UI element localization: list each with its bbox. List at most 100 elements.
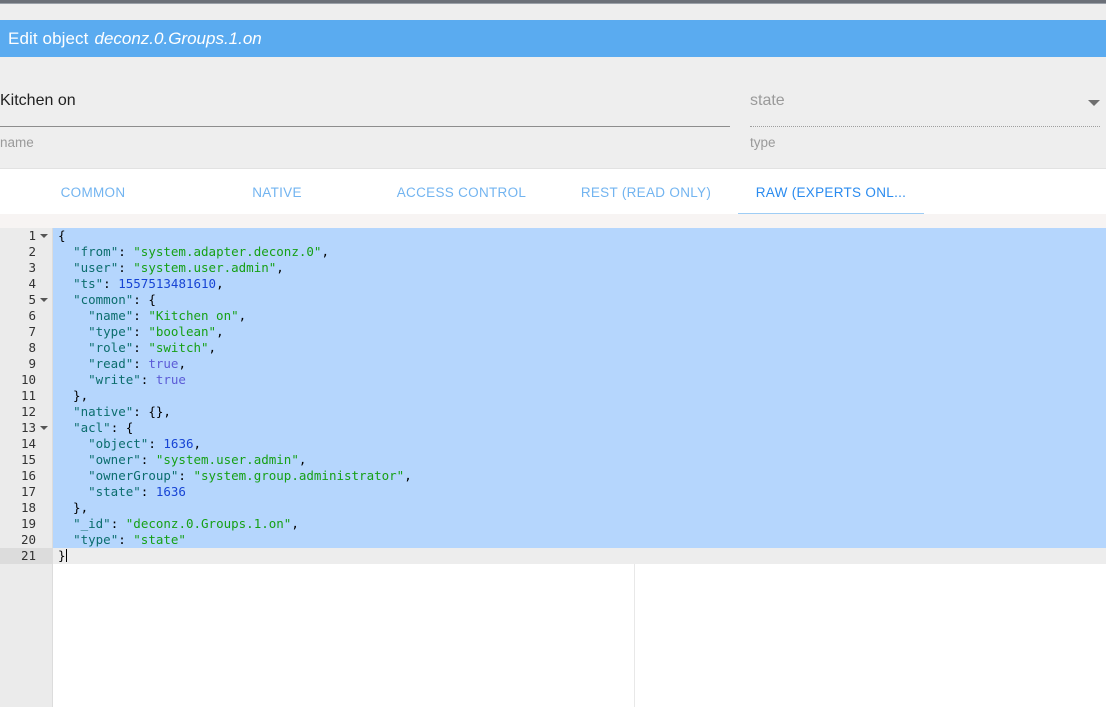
gutter-line-number[interactable]: 18: [0, 500, 52, 516]
gutter-line-number[interactable]: 5: [0, 292, 52, 308]
code-token-num: 1636: [155, 484, 186, 499]
code-token-punc: ,: [178, 356, 186, 371]
code-token-str: "system.user.admin": [133, 260, 277, 275]
code-token-punc: :: [133, 356, 149, 371]
gutter-line-number[interactable]: 16: [0, 468, 52, 484]
code-token-punc: ,: [321, 244, 329, 259]
code-line[interactable]: },: [53, 388, 1106, 404]
gutter-line-number[interactable]: 10: [0, 372, 52, 388]
code-token-punc: :: [140, 484, 156, 499]
code-token-punc: : {: [133, 292, 156, 307]
code-line[interactable]: "native": {},: [53, 404, 1106, 420]
code-line[interactable]: "_id": "deconz.0.Groups.1.on",: [53, 516, 1106, 532]
code-token-str: "system.group.administrator": [193, 468, 405, 483]
code-line[interactable]: "write": true: [53, 372, 1106, 388]
gutter-line-number[interactable]: 17: [0, 484, 52, 500]
code-token-punc: :: [103, 276, 119, 291]
tab-access-control[interactable]: ACCESS CONTROL: [390, 169, 533, 215]
gutter-line-number[interactable]: 8: [0, 340, 52, 356]
tab-bar: COMMON NATIVE ACCESS CONTROL REST (READ …: [0, 168, 1106, 215]
gutter-line-number[interactable]: 3: [0, 260, 52, 276]
tab-label: COMMON: [60, 184, 126, 200]
dialog-title-object-id: deconz.0.Groups.1.on: [94, 28, 262, 48]
code-line[interactable]: "role": "switch",: [53, 340, 1106, 356]
fold-toggle-icon[interactable]: [40, 234, 48, 238]
gutter-line-number[interactable]: 6: [0, 308, 52, 324]
gutter-line-number[interactable]: 14: [0, 436, 52, 452]
gutter-line-number[interactable]: 19: [0, 516, 52, 532]
tab-label: ACCESS CONTROL: [396, 184, 527, 200]
code-token-key: "name": [88, 308, 134, 323]
code-line[interactable]: {: [53, 228, 1106, 244]
gutter-line-number[interactable]: 13: [0, 420, 52, 436]
gutter-line-number[interactable]: 20: [0, 532, 52, 548]
code-line[interactable]: "ownerGroup": "system.group.administrato…: [53, 468, 1106, 484]
code-token-bool: true: [148, 356, 179, 371]
code-token-punc: [58, 244, 73, 259]
code-line[interactable]: }: [53, 548, 1106, 564]
code-line[interactable]: "state": 1636: [53, 484, 1106, 500]
code-token-num: 1636: [163, 436, 194, 451]
fold-toggle-icon[interactable]: [40, 298, 48, 302]
tab-native[interactable]: NATIVE: [221, 169, 333, 215]
code-line[interactable]: "type": "state": [53, 532, 1106, 548]
code-line[interactable]: },: [53, 500, 1106, 516]
tab-rest-read-only[interactable]: REST (READ ONLY): [577, 169, 715, 215]
code-token-key: "object": [88, 436, 149, 451]
code-token-punc: },: [58, 388, 89, 403]
tab-common[interactable]: COMMON: [37, 169, 149, 215]
code-line[interactable]: "from": "system.adapter.deconz.0",: [53, 244, 1106, 260]
code-token-punc: {: [58, 228, 66, 243]
code-token-key: "role": [88, 340, 134, 355]
code-line[interactable]: "object": 1636,: [53, 436, 1106, 452]
code-token-punc: :: [133, 324, 149, 339]
code-line[interactable]: "common": {: [53, 292, 1106, 308]
code-token-punc: [58, 420, 73, 435]
gutter-line-number[interactable]: 1: [0, 228, 52, 244]
code-token-str: "system.user.admin": [155, 452, 299, 467]
code-token-key: "owner": [88, 452, 141, 467]
edit-object-dialog: Edit object deconz.0.Groups.1.on Kitchen…: [0, 0, 1106, 707]
code-line[interactable]: "acl": {: [53, 420, 1106, 436]
editor-lines[interactable]: { "from": "system.adapter.deconz.0", "us…: [53, 228, 1106, 564]
gutter-line-number[interactable]: 21: [0, 548, 52, 564]
code-token-key: "write": [88, 372, 141, 387]
code-line[interactable]: "user": "system.user.admin",: [53, 260, 1106, 276]
code-line[interactable]: "owner": "system.user.admin",: [53, 452, 1106, 468]
code-token-punc: ,: [238, 308, 247, 323]
code-token-punc: ,: [208, 340, 217, 355]
gutter-line-number[interactable]: 11: [0, 388, 52, 404]
tab-label: NATIVE: [252, 184, 302, 200]
code-token-punc: [58, 516, 73, 531]
gutter-line-number[interactable]: 4: [0, 276, 52, 292]
name-input[interactable]: Kitchen on: [0, 91, 76, 111]
code-token-punc: [58, 484, 88, 499]
type-field-underline: [750, 126, 1100, 127]
code-token-punc: [58, 436, 88, 451]
name-field-underline: [0, 126, 730, 127]
code-token-punc: :: [118, 244, 134, 259]
code-line[interactable]: "read": true,: [53, 356, 1106, 372]
gutter-line-number[interactable]: 7: [0, 324, 52, 340]
chevron-down-icon[interactable]: [1088, 100, 1100, 106]
gutter-line-number[interactable]: 2: [0, 244, 52, 260]
code-token-key: "native": [73, 404, 134, 419]
editor-gutter[interactable]: 1 2 3 4 5 6 7 8 9 10 11 12 13 14 15 16 17 18 19 20 21: [0, 228, 53, 707]
code-line[interactable]: "ts": 1557513481610,: [53, 276, 1106, 292]
code-token-punc: :: [140, 452, 156, 467]
code-token-key: "_id": [73, 516, 111, 531]
gutter-line-number[interactable]: 9: [0, 356, 52, 372]
type-select-value[interactable]: state: [750, 91, 785, 111]
json-code-editor[interactable]: 1 2 3 4 5 6 7 8 9 10 11 12 13 14 15 16 17 18 19 20 21 { "fro…: [0, 228, 1106, 707]
code-token-punc: :: [148, 436, 164, 451]
code-token-punc: :: [140, 372, 156, 387]
editor-code-area[interactable]: { "from": "system.adapter.deconz.0", "us…: [53, 228, 1106, 707]
gutter-line-number[interactable]: 12: [0, 404, 52, 420]
code-token-punc: ,: [193, 436, 202, 451]
gutter-line-number[interactable]: 15: [0, 452, 52, 468]
dialog-title-bar: Edit object deconz.0.Groups.1.on: [0, 20, 1106, 57]
fold-toggle-icon[interactable]: [40, 426, 48, 430]
code-line[interactable]: "type": "boolean",: [53, 324, 1106, 340]
code-line[interactable]: "name": "Kitchen on",: [53, 308, 1106, 324]
tab-raw-experts-only[interactable]: RAW (EXPERTS ONL...: [738, 169, 924, 215]
